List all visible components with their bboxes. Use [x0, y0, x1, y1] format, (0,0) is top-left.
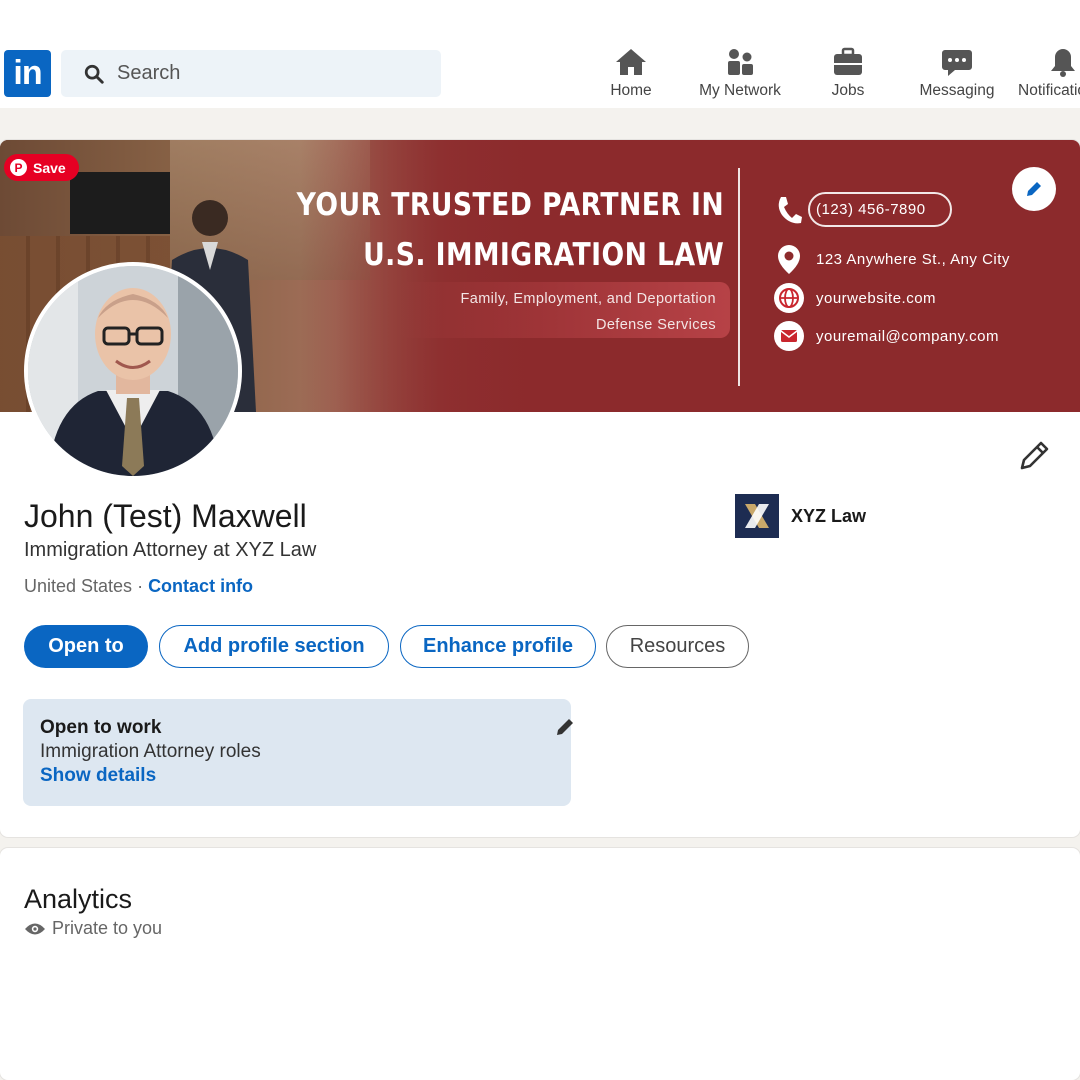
- banner-address-text: 123 Anywhere St., Any City: [816, 250, 1010, 268]
- banner-headline: YOUR TRUSTED PARTNER IN U.S. IMMIGRATION…: [296, 180, 724, 280]
- banner-phone: (123) 456-7890: [774, 192, 952, 227]
- messaging-icon: [942, 50, 972, 76]
- contact-info-link[interactable]: Contact info: [148, 576, 253, 596]
- banner-website-text: yourwebsite.com: [816, 289, 937, 307]
- pinterest-icon: P: [10, 159, 27, 176]
- nav-messaging-label: Messaging: [919, 82, 995, 99]
- profile-card: YOUR TRUSTED PARTNER IN U.S. IMMIGRATION…: [0, 140, 1080, 837]
- xyz-law-logo: [735, 494, 779, 538]
- nav-notifications[interactable]: Notifications: [1018, 46, 1080, 102]
- eye-icon: [25, 923, 45, 934]
- banner-subheadline: Family, Employment, and Deportation Defe…: [398, 282, 730, 338]
- search-placeholder: Search: [117, 62, 181, 84]
- open-to-work-roles: Immigration Attorney roles: [40, 741, 261, 762]
- banner-headline-line1: YOUR TRUSTED PARTNER IN: [296, 187, 724, 223]
- banner-headline-line2: U.S. IMMIGRATION LAW: [362, 237, 724, 273]
- search-input[interactable]: Search: [61, 50, 441, 97]
- banner-phone-text: (123) 456-7890: [808, 192, 952, 227]
- nav-notifications-label: Notifications: [1018, 82, 1080, 99]
- pinterest-save-label: Save: [33, 159, 66, 176]
- nav-home-label: Home: [610, 82, 652, 99]
- banner-email: youremail@company.com: [774, 321, 999, 351]
- nav-home[interactable]: Home: [606, 46, 656, 102]
- linkedin-logo[interactable]: in: [4, 50, 51, 97]
- top-navigation: in Search Home My Network Jobs Messaging…: [0, 0, 1080, 108]
- nav-jobs-label: Jobs: [831, 82, 865, 99]
- banner-address: 123 Anywhere St., Any City: [774, 244, 1010, 274]
- edit-intro-pencil-icon[interactable]: [1016, 438, 1052, 474]
- show-details-link[interactable]: Show details: [40, 764, 554, 788]
- nav-messaging[interactable]: Messaging: [916, 46, 998, 102]
- open-to-work-title: Open to work: [40, 717, 162, 738]
- location-pin-icon: [774, 244, 804, 274]
- banner-divider: [738, 168, 740, 386]
- globe-icon: [774, 283, 804, 313]
- add-profile-section-button[interactable]: Add profile section: [159, 625, 389, 668]
- profile-headline: Immigration Attorney at XYZ Law: [24, 539, 317, 561]
- network-icon: [728, 49, 753, 75]
- open-to-button[interactable]: Open to: [24, 625, 148, 668]
- home-icon: [616, 49, 646, 75]
- profile-location-line: United States · Contact info: [24, 576, 253, 597]
- analytics-card: Analytics Private to you: [0, 848, 1080, 1080]
- edit-banner-button[interactable]: [1012, 167, 1056, 211]
- briefcase-icon: [834, 47, 862, 75]
- profile-location: United States: [24, 576, 133, 596]
- banner-website: yourwebsite.com: [774, 283, 936, 313]
- nav-my-network[interactable]: My Network: [694, 46, 786, 102]
- current-company[interactable]: XYZ Law: [735, 494, 866, 538]
- pencil-icon: [1027, 182, 1041, 196]
- profile-photo[interactable]: [24, 262, 242, 480]
- company-name: XYZ Law: [791, 505, 867, 526]
- enhance-profile-button[interactable]: Enhance profile: [400, 625, 596, 668]
- mail-icon: [774, 321, 804, 351]
- resources-button[interactable]: Resources: [606, 625, 749, 668]
- banner-sub-line1: Family, Employment, and Deportation: [460, 291, 716, 307]
- search-icon: [84, 64, 104, 84]
- banner-email-text: youremail@company.com: [816, 327, 1000, 345]
- analytics-visibility: Private to you: [24, 918, 162, 939]
- phone-icon: [774, 195, 804, 225]
- analytics-visibility-text: Private to you: [52, 918, 163, 938]
- nav-my-network-label: My Network: [699, 82, 781, 99]
- nav-jobs[interactable]: Jobs: [828, 46, 868, 102]
- banner-sub-line2: Defense Services: [595, 317, 716, 333]
- profile-photo-image: [28, 266, 238, 476]
- bell-icon: [1051, 49, 1075, 77]
- open-to-work-box: Open to work Immigration Attorney roles …: [23, 699, 573, 806]
- profile-name: John (Test) Maxwell: [24, 498, 307, 534]
- location-separator: ·: [132, 576, 149, 596]
- analytics-title: Analytics: [24, 884, 133, 914]
- edit-open-to-work-pencil-icon[interactable]: [553, 715, 577, 739]
- pinterest-save-button[interactable]: P Save: [4, 154, 79, 181]
